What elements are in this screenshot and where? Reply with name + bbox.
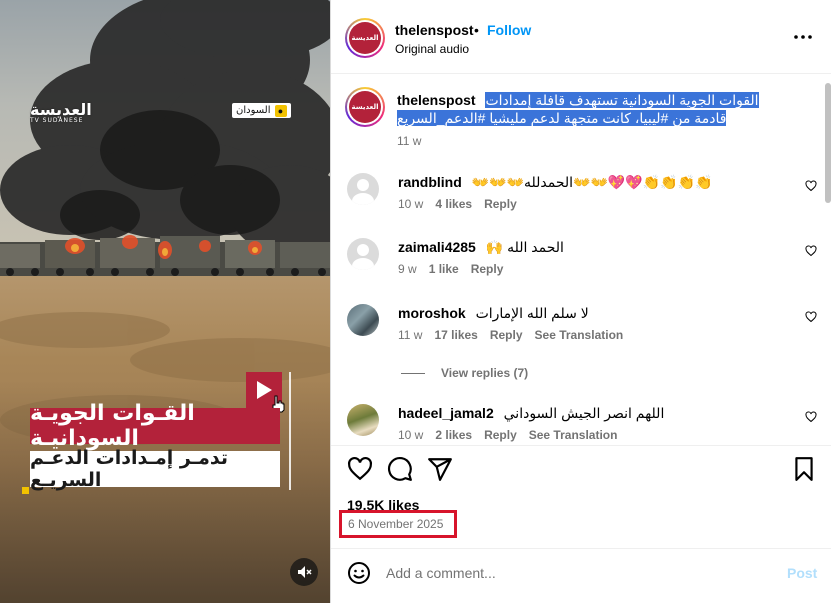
caption-author-avatar[interactable]: العديسة <box>345 87 385 127</box>
view-replies-button[interactable]: View replies (7) <box>401 366 528 380</box>
instagram-post-view: العديسة TV SUDANESE السودان ● القـوات ال… <box>0 0 831 603</box>
comment-text: لا سلم الله الإمارات <box>475 305 589 321</box>
comment-like-heart-icon[interactable] <box>805 180 817 192</box>
comment-username[interactable]: hadeel_jamal2 <box>398 405 494 421</box>
country-tag: السودان ● <box>232 103 291 118</box>
video-caption-line-2: تدمـر إمـدادات الدعـم السريـع <box>30 447 280 491</box>
comment-line: moroshok لا سلم الله الإمارات <box>398 304 788 322</box>
header-separator: • <box>474 22 479 38</box>
view-replies-label: View replies (7) <box>441 366 529 380</box>
comment-avatar[interactable] <box>347 173 379 205</box>
location-pin-icon: ● <box>274 104 287 117</box>
comment-time: 9 w <box>398 262 417 276</box>
caption-time: 11 w <box>397 134 422 148</box>
comment-username[interactable]: moroshok <box>398 305 466 321</box>
heart-icon[interactable] <box>347 456 373 482</box>
caption-username[interactable]: thelenspost <box>397 92 476 108</box>
comment-reply-button[interactable]: Reply <box>490 328 523 342</box>
comment-line: hadeel_jamal2 اللهم انصر الجيش السوداني <box>398 404 788 422</box>
comment-item: zaimali4285 🙌 الحمد الله 9 w 1 like Repl… <box>331 238 831 298</box>
author-avatar-text: العديسة <box>349 22 381 54</box>
comment-meta: 11 w 17 likes Reply See Translation <box>398 328 623 342</box>
comment-likes[interactable]: 1 like <box>429 262 459 276</box>
watermark-subtext: TV SUDANESE <box>30 117 84 124</box>
scrollbar-thumb[interactable] <box>825 83 831 203</box>
see-translation-button[interactable]: See Translation <box>529 428 618 442</box>
video-caption-line-1: القـوات الجويـة السودانيـة <box>30 401 280 451</box>
comment-avatar[interactable] <box>347 238 379 270</box>
comment-avatar[interactable] <box>347 404 379 436</box>
caption-avatar-text: العديسة <box>349 91 381 123</box>
emoji-icon[interactable] <box>347 561 371 585</box>
comment-text: اللهم انصر الجيش السوداني <box>503 405 665 421</box>
comment-likes[interactable]: 17 likes <box>434 328 477 342</box>
share-icon[interactable] <box>427 456 453 482</box>
more-options-button[interactable] <box>791 28 815 46</box>
comment-input[interactable] <box>386 561 766 585</box>
comment-time: 10 w <box>398 197 424 211</box>
comment-text: 🙌 الحمد الله <box>485 239 564 255</box>
comments-scrollbar[interactable] <box>825 75 831 445</box>
comment-time: 11 w <box>398 328 423 342</box>
comment-item: moroshok لا سلم الله الإمارات 11 w 17 li… <box>331 304 831 364</box>
add-comment-bar: Post <box>331 548 831 603</box>
more-horizontal-icon <box>794 35 812 39</box>
comment-line: zaimali4285 🙌 الحمد الله <box>398 238 788 256</box>
comment-item: randblind 👐👐👐الحمدلله👐👐💖💖👏👏👏👏 10 w 4 lik… <box>331 173 831 233</box>
comment-icon[interactable] <box>387 456 413 482</box>
comment-reply-button[interactable]: Reply <box>484 197 517 211</box>
post-actions-bar <box>331 445 831 495</box>
follow-button[interactable]: Follow <box>487 22 531 38</box>
post-comment-button[interactable]: Post <box>787 565 817 581</box>
video-player[interactable]: العديسة TV SUDANESE السودان ● القـوات ال… <box>0 0 330 603</box>
comment-likes[interactable]: 2 likes <box>435 428 472 442</box>
muted-speaker-icon <box>298 566 312 578</box>
channel-watermark-logo: العديسة TV SUDANESE <box>30 100 92 124</box>
post-side-panel: العديسة thelenspost • Follow Original au… <box>330 0 831 603</box>
post-date: 6 November 2025 <box>348 517 444 531</box>
audio-link[interactable]: Original audio <box>395 42 469 56</box>
author-avatar[interactable]: العديسة <box>345 18 385 58</box>
comment-line: randblind 👐👐👐الحمدلله👐👐💖💖👏👏👏👏 <box>398 173 788 191</box>
comment-reply-button[interactable]: Reply <box>471 262 504 276</box>
comment-meta: 10 w 2 likes Reply See Translation <box>398 428 617 442</box>
replies-divider <box>401 372 425 374</box>
comment-item: hadeel_jamal2 اللهم انصر الجيش السوداني … <box>331 404 831 445</box>
country-tag-label: السودان <box>236 105 271 116</box>
post-caption: thelenspost القوات الجوية السودانية تسته… <box>397 91 787 127</box>
comment-time: 10 w <box>398 428 424 442</box>
comment-like-heart-icon[interactable] <box>805 245 817 257</box>
comment-reply-button[interactable]: Reply <box>484 428 517 442</box>
comment-username[interactable]: zaimali4285 <box>398 239 476 255</box>
mute-toggle-button[interactable] <box>290 558 318 586</box>
caption-accent-line <box>289 372 291 490</box>
see-translation-button[interactable]: See Translation <box>535 328 624 342</box>
comment-username[interactable]: randblind <box>398 174 462 190</box>
comment-avatar[interactable] <box>347 304 379 336</box>
comment-like-heart-icon[interactable] <box>805 311 817 323</box>
comment-text: 👐👐👐الحمدلله👐👐💖💖👏👏👏👏 <box>471 174 713 190</box>
caption-corner-mark <box>22 487 29 494</box>
bookmark-icon[interactable] <box>791 456 817 482</box>
comment-meta: 9 w 1 like Reply <box>398 262 503 276</box>
post-header: العديسة thelenspost • Follow Original au… <box>331 0 831 74</box>
comment-like-heart-icon[interactable] <box>805 411 817 423</box>
comment-meta: 10 w 4 likes Reply <box>398 197 517 211</box>
comments-list[interactable]: العديسة thelenspost القوات الجوية السودا… <box>331 75 831 445</box>
comment-likes[interactable]: 4 likes <box>435 197 472 211</box>
author-username[interactable]: thelenspost <box>395 22 474 38</box>
